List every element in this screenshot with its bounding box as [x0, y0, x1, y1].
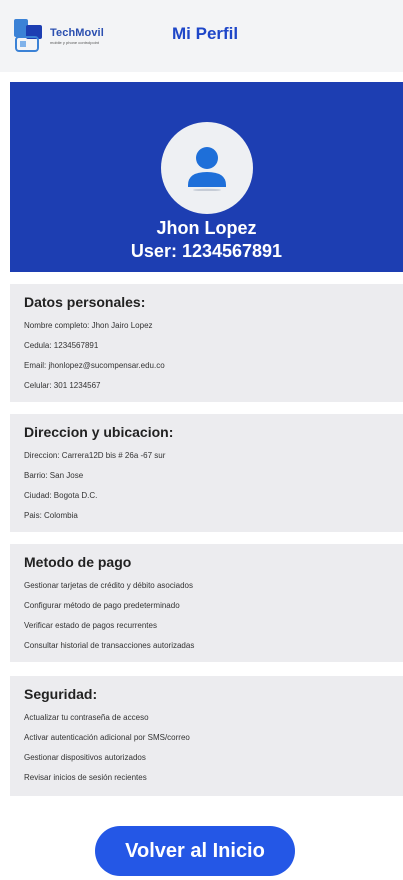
avatar	[160, 122, 253, 214]
section-datos-personales: Datos personales: Nombre completo: Jhon …	[10, 284, 403, 402]
payment-option[interactable]: Gestionar tarjetas de crédito y débito a…	[24, 576, 389, 596]
section-line: Ciudad: Bogota D.C.	[24, 491, 98, 500]
payment-option[interactable]: Consultar historial de transacciones aut…	[24, 636, 389, 656]
section-metodo-pago: Metodo de pago Gestionar tarjetas de cré…	[10, 544, 403, 662]
section-line: Barrio: San Jose	[24, 471, 84, 480]
security-option[interactable]: Revisar inicios de sesión recientes	[24, 768, 389, 788]
section-line: Cedula: 1234567891	[24, 341, 99, 350]
user-avatar-icon	[187, 147, 226, 191]
app-logo[interactable]: TechMovil mobile y phone controlpoint	[12, 14, 132, 58]
app-logo-icon	[12, 17, 46, 55]
page-title: Mi Perfil	[172, 24, 239, 43]
section-direccion: Direccion y ubicacion: Direccion: Carrer…	[10, 414, 403, 532]
security-option[interactable]: Gestionar dispositivos autorizados	[24, 748, 389, 768]
payment-option[interactable]: Verificar estado de pagos recurrentes	[24, 616, 389, 636]
section-line: Nombre completo: Jhon Jairo Lopez	[24, 321, 153, 330]
user-id: User: 1234567891	[130, 241, 283, 261]
section-seguridad: Seguridad: Actualizar tu contraseña de a…	[10, 676, 403, 796]
top-header: TechMovil mobile y phone controlpoint Mi…	[0, 0, 403, 72]
section-title: Datos personales:	[24, 294, 146, 310]
logo-name: TechMovil	[50, 27, 104, 39]
section-title: Seguridad:	[24, 686, 98, 702]
section-line: Celular: 301 1234567	[24, 381, 101, 390]
profile-hero: Jhon Lopez User: 1234567891	[10, 82, 403, 272]
section-line: Pais: Colombia	[24, 511, 78, 520]
section-line: Direccion: Carrera12D bis # 26a -67 sur	[24, 451, 166, 460]
payment-option[interactable]: Configurar método de pago predeterminado	[24, 596, 389, 616]
section-title: Direccion y ubicacion:	[24, 424, 174, 440]
security-option[interactable]: Actualizar tu contraseña de acceso	[24, 708, 389, 728]
section-line: Email: jhonlopez@sucompensar.edu.co	[24, 361, 165, 370]
section-title: Metodo de pago	[24, 554, 132, 570]
user-name: Jhon Lopez	[156, 218, 257, 238]
security-option[interactable]: Activar autenticación adicional por SMS/…	[24, 728, 389, 748]
logo-tagline: mobile y phone controlpoint	[50, 40, 99, 45]
back-home-button[interactable]: Volver al Inicio	[95, 826, 295, 876]
